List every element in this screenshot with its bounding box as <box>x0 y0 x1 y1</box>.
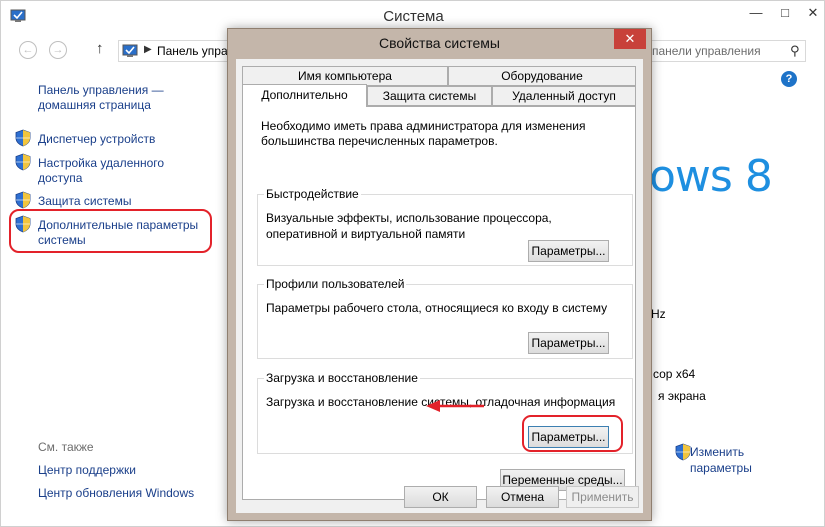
help-icon[interactable]: ? <box>781 71 797 87</box>
system-window-title: Система <box>383 8 444 25</box>
tab-advanced[interactable]: Дополнительно <box>242 84 367 107</box>
dialog-close-button[interactable]: ✕ <box>614 29 646 49</box>
uac-shield-icon <box>15 129 31 147</box>
search-placeholder: панели управления <box>652 44 761 58</box>
advanced-tab-panel: Необходимо иметь права администратора дл… <box>242 106 636 500</box>
back-arrow-icon[interactable]: ← <box>19 41 37 59</box>
cancel-button[interactable]: Отмена <box>486 486 559 508</box>
ok-button[interactable]: ОК <box>404 486 477 508</box>
dialog-title: Свойства системы <box>379 35 500 51</box>
user-profiles-group: Профили пользователей Параметры рабочего… <box>257 277 633 359</box>
sidebar-link-system-protection[interactable]: Защита системы <box>38 194 131 209</box>
user-profiles-description: Параметры рабочего стола, относящиеся ко… <box>266 301 608 315</box>
tab-hardware[interactable]: Оборудование <box>448 66 636 86</box>
breadcrumb-chevron-icon[interactable]: ▶ <box>144 44 152 55</box>
uac-shield-icon <box>675 443 691 461</box>
close-window-button[interactable]: ✕ <box>796 1 825 25</box>
dialog-client-area: Имя компьютера Оборудование Защита систе… <box>236 59 643 513</box>
red-highlight-frame <box>522 415 623 452</box>
breadcrumb-control-panel[interactable]: Панель упра <box>157 44 228 58</box>
startup-recovery-group-label: Загрузка и восстановление <box>264 371 420 385</box>
processor-type-fragment: сор x64 <box>653 367 696 381</box>
change-settings-link[interactable]: Изменить параметры <box>690 444 752 476</box>
red-highlight-frame <box>9 209 212 253</box>
search-icon[interactable]: ⚲ <box>790 43 800 59</box>
sidebar-link-windows-update[interactable]: Центр обновления Windows <box>38 486 194 501</box>
uac-shield-icon <box>15 191 31 209</box>
sidebar-remote-line2: доступа <box>38 171 83 185</box>
apply-button[interactable]: Применить <box>566 486 639 508</box>
processor-frequency-fragment: Hz <box>651 307 666 321</box>
sidebar-link-support-center[interactable]: Центр поддержки <box>38 463 136 478</box>
sidebar-remote-line1: Настройка удаленного <box>38 156 165 170</box>
up-arrow-icon[interactable]: ↑ <box>96 40 104 57</box>
system-properties-dialog: Свойства системы ✕ Имя компьютера Оборуд… <box>227 28 652 521</box>
sidebar-link-device-manager[interactable]: Диспетчер устройств <box>38 132 155 147</box>
screen-fragment: я экрана <box>658 389 706 403</box>
red-arrow-annotation <box>426 400 484 412</box>
user-profiles-settings-button[interactable]: Параметры... <box>528 332 609 354</box>
change-settings-line2: параметры <box>690 461 752 475</box>
search-input[interactable]: панели управления ⚲ <box>641 40 806 62</box>
performance-group-label: Быстродействие <box>264 187 361 201</box>
performance-group: Быстродействие Визуальные эффекты, испол… <box>257 187 633 266</box>
performance-description: Визуальные эффекты, использование процес… <box>266 211 552 241</box>
windows-8-logo-text: ows 8 <box>649 151 773 202</box>
performance-settings-button[interactable]: Параметры... <box>528 240 609 262</box>
uac-shield-icon <box>15 153 31 171</box>
user-profiles-group-label: Профили пользователей <box>264 277 407 291</box>
sidebar-link-remote-settings[interactable]: Настройка удаленного доступа <box>38 156 164 186</box>
tab-system-protection[interactable]: Защита системы <box>367 86 492 106</box>
forward-arrow-icon[interactable]: → <box>49 41 67 59</box>
tab-remote[interactable]: Удаленный доступ <box>492 86 636 106</box>
change-settings-line1: Изменить <box>690 445 745 459</box>
sidebar-home-line2: домашняя страница <box>38 98 151 112</box>
sidebar-home-line1: Панель управления — <box>38 83 164 97</box>
admin-rights-note: Необходимо иметь права администратора дл… <box>261 119 586 148</box>
tab-computer-name[interactable]: Имя компьютера <box>242 66 448 86</box>
sidebar-link-home[interactable]: Панель управления — домашняя страница <box>38 83 164 113</box>
see-also-heading: См. также <box>38 440 94 454</box>
control-panel-icon <box>122 44 138 57</box>
